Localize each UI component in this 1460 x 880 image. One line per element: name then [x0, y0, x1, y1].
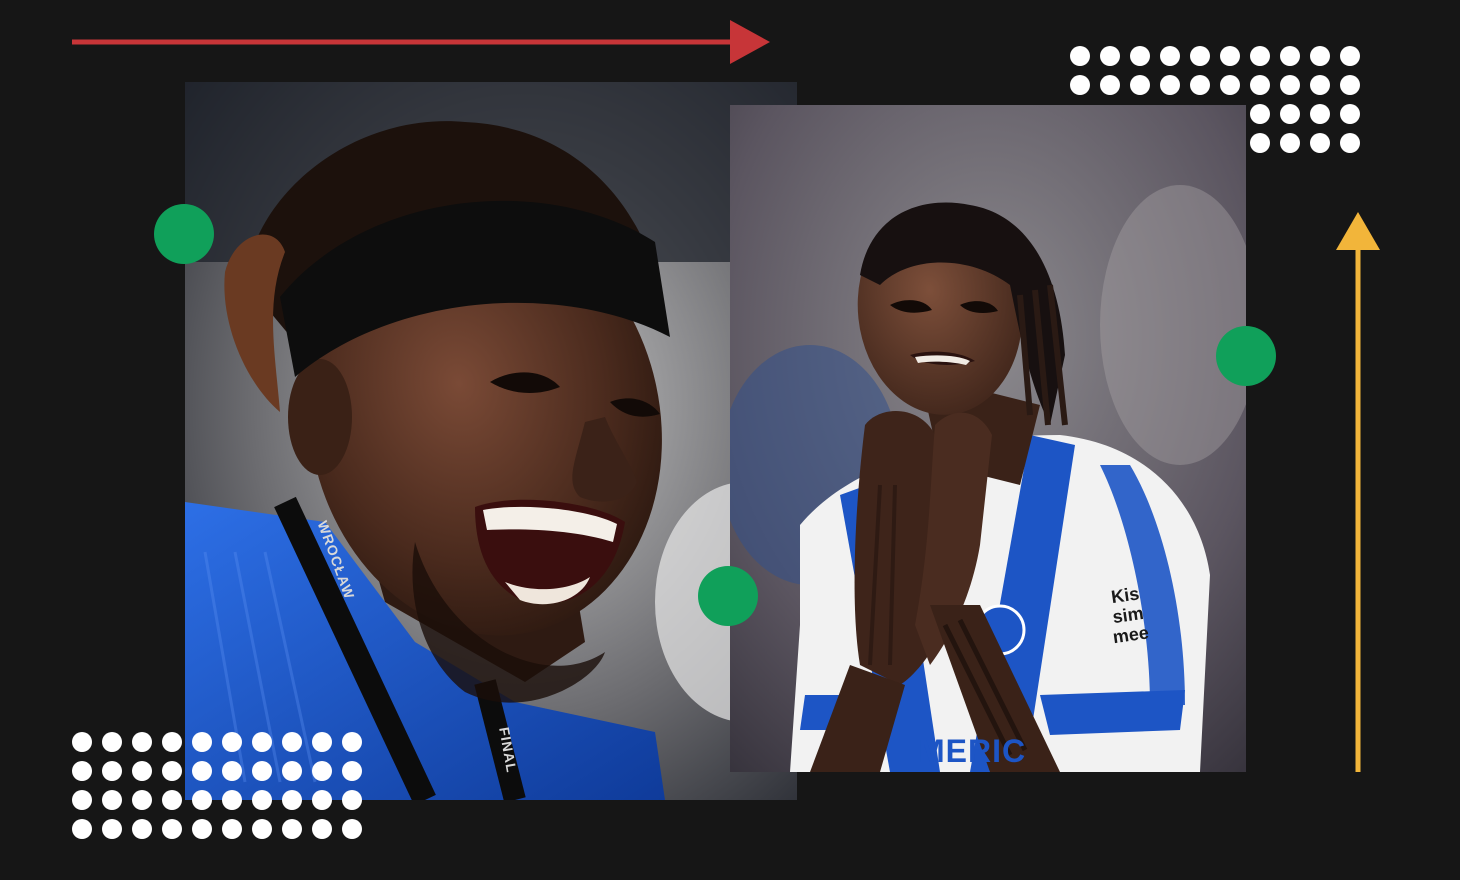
dot	[342, 790, 362, 810]
dot	[1310, 46, 1330, 66]
dot	[1250, 104, 1270, 124]
dot-grid-top-right	[1070, 46, 1360, 153]
dot	[282, 761, 302, 781]
dot	[1250, 46, 1270, 66]
dot	[192, 819, 212, 839]
dot	[1100, 75, 1120, 95]
dot	[1280, 75, 1300, 95]
dot	[282, 819, 302, 839]
dot	[252, 819, 272, 839]
dot	[1070, 75, 1090, 95]
dot	[222, 819, 242, 839]
dot	[252, 732, 272, 752]
graphic-canvas: WROCŁAW FINAL Kis sim mee MERIC	[0, 0, 1460, 880]
dot	[222, 761, 242, 781]
dot	[1220, 75, 1240, 95]
dot	[102, 732, 122, 752]
dot-grid-bottom-left	[72, 732, 362, 839]
dot	[342, 732, 362, 752]
dot	[102, 761, 122, 781]
dot	[342, 761, 362, 781]
dot	[192, 732, 212, 752]
dot	[1310, 133, 1330, 153]
dot	[312, 790, 332, 810]
dot	[162, 790, 182, 810]
dot	[1160, 75, 1180, 95]
dot	[222, 732, 242, 752]
arrow-right-icon	[72, 20, 770, 64]
dot	[1190, 75, 1210, 95]
dot	[1070, 46, 1090, 66]
dot	[1310, 75, 1330, 95]
dot	[72, 761, 92, 781]
dot	[1250, 133, 1270, 153]
dot	[132, 761, 152, 781]
dot	[1160, 46, 1180, 66]
dot	[192, 790, 212, 810]
green-circle	[698, 566, 758, 626]
dot	[312, 732, 332, 752]
dot	[1340, 133, 1360, 153]
dot	[102, 819, 122, 839]
dot	[282, 790, 302, 810]
dot	[1340, 46, 1360, 66]
dot	[312, 761, 332, 781]
dot	[132, 819, 152, 839]
dot	[1250, 75, 1270, 95]
dot	[222, 790, 242, 810]
overlay-graphics	[72, 20, 1380, 839]
dot	[72, 790, 92, 810]
dot	[1340, 104, 1360, 124]
dot	[102, 790, 122, 810]
dot	[1280, 46, 1300, 66]
dot	[1100, 46, 1120, 66]
dot	[252, 790, 272, 810]
dot	[1130, 46, 1150, 66]
dot	[1280, 104, 1300, 124]
dot	[72, 819, 92, 839]
green-circle	[1216, 326, 1276, 386]
dot	[312, 819, 332, 839]
dot	[132, 732, 152, 752]
dot	[1220, 46, 1240, 66]
dot	[162, 732, 182, 752]
dot	[162, 761, 182, 781]
dot	[1340, 75, 1360, 95]
dot	[282, 732, 302, 752]
dot	[1280, 133, 1300, 153]
dot	[72, 732, 92, 752]
arrow-up-icon	[1336, 212, 1380, 772]
green-circle	[154, 204, 214, 264]
dot	[1130, 75, 1150, 95]
dot	[1190, 46, 1210, 66]
dot	[192, 761, 212, 781]
dot	[162, 819, 182, 839]
dot	[132, 790, 152, 810]
dot	[252, 761, 272, 781]
dot	[342, 819, 362, 839]
dot	[1310, 104, 1330, 124]
